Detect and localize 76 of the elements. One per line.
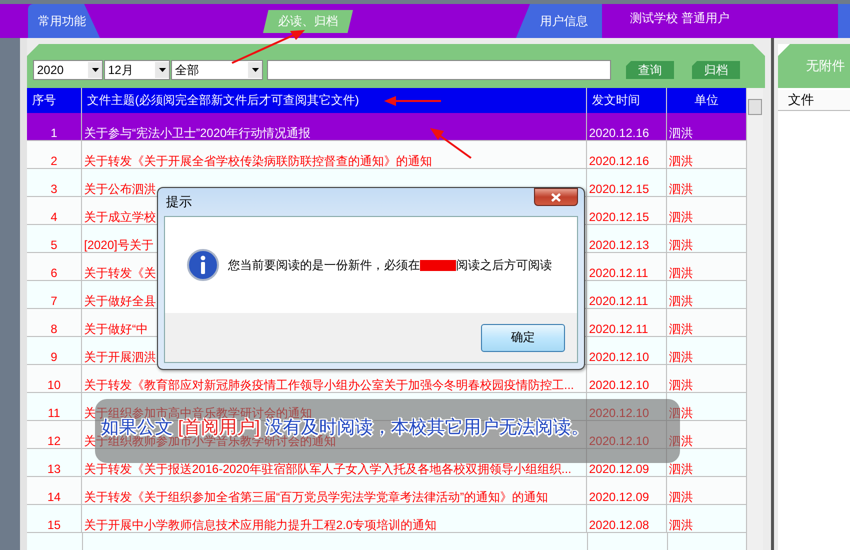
issue-date: 2020.12.13 bbox=[587, 225, 667, 253]
row-number: 11 bbox=[27, 393, 82, 421]
message-text: 您当前要阅读的是一份新件，必须在 bbox=[228, 256, 420, 274]
issue-date: 2020.12.15 bbox=[587, 197, 667, 225]
row-number: 1 bbox=[27, 113, 82, 141]
archive-button[interactable]: 归档 bbox=[692, 61, 740, 79]
unit-name: 泗洪 bbox=[667, 113, 747, 141]
row-number: 5 bbox=[27, 225, 82, 253]
issue-date: 2020.12.10 bbox=[587, 337, 667, 365]
month-select[interactable]: 12月 bbox=[104, 60, 170, 80]
row-number: 13 bbox=[27, 449, 82, 477]
close-icon bbox=[551, 192, 561, 202]
row-number: 12 bbox=[27, 421, 82, 449]
issue-date: 2020.12.10 bbox=[587, 365, 667, 393]
current-tab[interactable]: 必读、归档 bbox=[263, 10, 353, 33]
menu-tab[interactable]: 常用功能 bbox=[28, 4, 100, 38]
dropdown-arrow-icon bbox=[252, 68, 258, 72]
ok-button[interactable]: 确定 bbox=[481, 324, 565, 352]
unit-name: 泗洪 bbox=[667, 225, 747, 253]
row-number: 10 bbox=[27, 365, 82, 393]
row-number: 9 bbox=[27, 337, 82, 365]
unit-name: 泗洪 bbox=[667, 421, 747, 449]
scrollbar-thumb[interactable] bbox=[748, 99, 762, 115]
issue-date: 2020.12.09 bbox=[587, 477, 667, 505]
issue-date: 2020.12.08 bbox=[587, 505, 667, 533]
tab-edge bbox=[838, 4, 850, 38]
row-number: 6 bbox=[27, 253, 82, 281]
unit-name: 泗洪 bbox=[667, 505, 747, 533]
issue-date: 2020.12.11 bbox=[587, 253, 667, 281]
issue-date: 2020.12.16 bbox=[587, 113, 667, 141]
unit-name: 泗洪 bbox=[667, 253, 747, 281]
document-title[interactable]: 关于转发《关于组织参加全省第三届“百万党员学宪法学党章考法律活动”的通知》的通知 bbox=[82, 477, 587, 505]
row-number: 14 bbox=[27, 477, 82, 505]
query-button[interactable]: 查询 bbox=[626, 61, 674, 79]
category-select[interactable]: 全部 bbox=[171, 60, 263, 80]
issue-date: 2020.12.10 bbox=[587, 421, 667, 449]
year-select[interactable]: 2020 bbox=[33, 60, 103, 80]
search-field[interactable] bbox=[267, 60, 611, 80]
unit-name: 泗洪 bbox=[667, 477, 747, 505]
user-info-tab[interactable]: 用户信息 bbox=[516, 4, 602, 38]
row-number: 2 bbox=[27, 141, 82, 169]
document-title[interactable]: 关于开展中小学教师信息技术应用能力提升工程2.0专项培训的通知 bbox=[82, 505, 587, 533]
row-number: 7 bbox=[27, 281, 82, 309]
issue-date: 2020.12.11 bbox=[587, 281, 667, 309]
unit-name: 泗洪 bbox=[667, 169, 747, 197]
issue-date: 2020.12.10 bbox=[587, 393, 667, 421]
row-number: 8 bbox=[27, 309, 82, 337]
close-button[interactable] bbox=[534, 188, 578, 206]
row-number: 4 bbox=[27, 197, 82, 225]
redaction-mark bbox=[420, 260, 456, 270]
annotation-arrow bbox=[430, 128, 472, 159]
unit-name: 泗洪 bbox=[667, 393, 747, 421]
dropdown-arrow-icon bbox=[158, 68, 166, 72]
unit-name: 泗洪 bbox=[667, 309, 747, 337]
issue-date: 2020.12.15 bbox=[587, 169, 667, 197]
user-name: 测试学校 普通用户 bbox=[629, 10, 730, 26]
unit-name: 泗洪 bbox=[667, 337, 747, 365]
document-title[interactable]: 关于转发《关于报送2016-2020年驻宿部队军人子女入学入托及各地各校双拥领导小组组织... bbox=[82, 449, 587, 477]
issue-date: 2020.12.16 bbox=[587, 141, 667, 169]
issue-date: 2020.12.11 bbox=[587, 309, 667, 337]
unit-name: 泗洪 bbox=[667, 281, 747, 309]
attachment-header: 无附件 bbox=[778, 44, 850, 88]
info-icon bbox=[187, 249, 219, 281]
unit-name: 泗洪 bbox=[667, 141, 747, 169]
column-header: 文件 bbox=[778, 90, 850, 111]
document-title[interactable]: 关于转发《关于开展全省学校传染病联防联控督查的通知》的通知 bbox=[82, 141, 587, 169]
dropdown-arrow-icon bbox=[92, 68, 98, 72]
unit-name: 泗洪 bbox=[667, 449, 747, 477]
annotation-arrow bbox=[384, 96, 441, 106]
document-title[interactable]: 关于参与“宪法小卫士”2020年行动情况通报 bbox=[82, 113, 587, 141]
row-number: 3 bbox=[27, 169, 82, 197]
unit-name: 泗洪 bbox=[667, 365, 747, 393]
message-text: 阅读之后方可阅读 bbox=[456, 256, 552, 274]
issue-date: 2020.12.09 bbox=[587, 449, 667, 477]
row-number: 15 bbox=[27, 505, 82, 533]
unit-name: 泗洪 bbox=[667, 197, 747, 225]
